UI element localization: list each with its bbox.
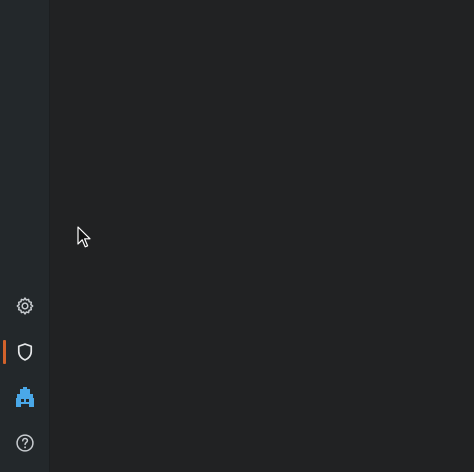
sidebar-item-agent[interactable] [0,379,49,415]
help-icon [15,434,34,452]
sidebar-item-help[interactable] [0,425,49,461]
active-indicator [3,340,6,364]
shield-icon [17,343,32,361]
sidebar-item-settings[interactable] [0,288,49,324]
sidebar-item-security[interactable] [0,334,49,370]
activity-sidebar [0,0,50,472]
app-window [0,0,474,472]
robot-icon [15,387,34,407]
gear-icon [16,297,33,315]
editor-area[interactable] [50,0,474,472]
